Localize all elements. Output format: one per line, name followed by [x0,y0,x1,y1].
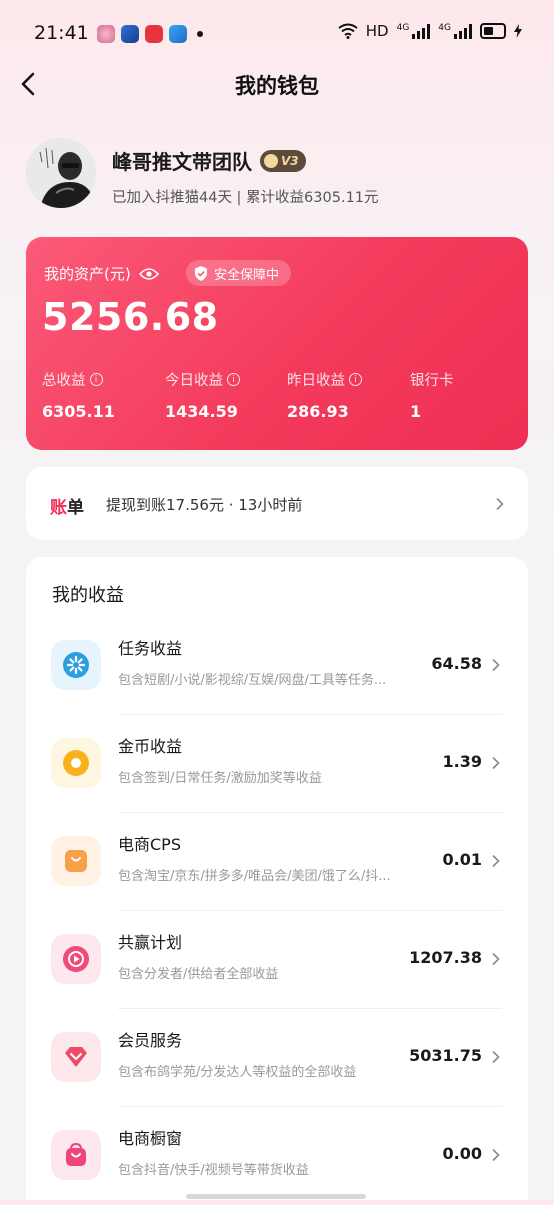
info-icon[interactable]: i [349,373,362,386]
row-value: 1.39 [442,752,482,771]
wifi-icon [338,23,358,39]
row-title: 任务收益 [118,639,183,658]
store-bag-icon [51,1130,101,1180]
play-icon [51,934,101,984]
stat-total-earnings[interactable]: 总收益 i 6305.11 [42,369,115,421]
nav-bar: 我的钱包 [0,60,554,108]
stat-value: 1434.59 [165,402,238,421]
chevron-right-icon [492,757,500,769]
crown-icon [264,153,278,168]
row-title: 电商橱窗 [118,1129,183,1148]
chevron-right-icon [492,659,500,671]
page-title: 我的钱包 [235,74,319,98]
chevron-right-icon [492,855,500,867]
status-indicators: HD 4G 4G [338,22,522,40]
chevron-right-icon [492,1051,500,1063]
asset-card: 我的资产(元) 安全保障中 5256.68 总收益 i 6305.11 今日收益 i… [26,237,528,450]
shield-icon [195,265,207,281]
row-value: 5031.75 [409,1046,482,1065]
row-value: 0.01 [442,850,482,869]
stat-value: 6305.11 [42,402,115,421]
more-notifications-dot [197,31,203,37]
security-text: 安全保障中 [214,267,280,283]
coin-icon [51,738,101,788]
row-desc: 包含签到/日常任务/激励加奖等收益 [118,771,322,786]
security-badge[interactable]: 安全保障中 [186,260,292,286]
vip-badge[interactable]: V3 [260,149,306,172]
row-desc: 包含短剧/小说/影视综/互娱/网盘/工具等任务... [118,673,387,688]
home-indicator[interactable] [186,1194,366,1199]
hd-label: HD [365,22,389,40]
chevron-right-icon [496,498,504,510]
vip-level: V3 [281,153,299,168]
row-title: 共赢计划 [118,933,183,952]
stat-today-earnings[interactable]: 今日收益 i 1434.59 [165,369,240,421]
stat-yesterday-earnings[interactable]: 昨日收益 i 286.93 [287,369,362,421]
profile-name: 峰哥推文带团队 V3 [112,146,306,175]
chevron-right-icon [492,1149,500,1161]
bill-logo-icon: 账单 [50,498,84,518]
row-title: 金币收益 [118,737,183,756]
stat-value: 1 [410,402,422,421]
status-bar: 21:41 HD 4G 4G [0,0,554,66]
earnings-title: 我的收益 [52,585,124,606]
profile-header: 峰哥推文带团队 V3 已加入抖推猫44天 | 累计收益6305.11元 [26,138,526,218]
app-notification-icon [121,25,139,43]
row-desc: 包含抖音/快手/视频号等带货收益 [118,1163,309,1178]
profile-subtitle: 已加入抖推猫44天 | 累计收益6305.11元 [112,190,379,206]
signal-icon: 4G [438,23,472,39]
status-time: 21:41 [34,22,89,44]
row-desc: 包含淘宝/京东/拼多多/唯品会/美团/饿了么/抖... [118,869,391,884]
user-name: 峰哥推文带团队 [112,150,252,174]
chevron-right-icon [492,953,500,965]
bill-card[interactable]: 账单 提现到账17.56元 · 13小时前 [26,467,528,540]
row-title: 电商CPS [118,835,181,854]
stat-bank-card[interactable]: 银行卡 1 [410,369,454,421]
earning-row-win-win[interactable]: 共赢计划 包含分发者/供给者全部收益 1207.38 [26,911,528,1009]
info-icon[interactable]: i [89,373,103,386]
asset-label-text: 我的资产(元) [44,265,131,283]
row-desc: 包含布鸽学苑/分发达人等权益的全部收益 [118,1065,357,1080]
info-icon[interactable]: i [227,373,240,386]
app-notification-icon [145,25,163,43]
charging-icon [514,24,522,38]
notification-icons [97,25,203,43]
earning-row-membership[interactable]: 会员服务 包含布鸽学苑/分发达人等权益的全部收益 5031.75 [26,1009,528,1107]
app-notification-icon [97,25,115,43]
asset-label: 我的资产(元) [44,263,159,284]
earning-row-task[interactable]: 任务收益 包含短剧/小说/影视综/互娱/网盘/工具等任务... 64.58 [26,617,528,715]
earning-row-cps[interactable]: 电商CPS 包含淘宝/京东/拼多多/唯品会/美团/饿了么/抖... 0.01 [26,813,528,911]
asset-amount: 5256.68 [42,295,219,339]
row-value: 1207.38 [409,948,482,967]
signal-icon: 4G [397,23,431,39]
earning-row-showcase[interactable]: 电商橱窗 包含抖音/快手/视频号等带货收益 0.00 [26,1107,528,1205]
task-icon [51,640,101,690]
battery-icon [480,23,506,39]
diamond-icon [51,1032,101,1082]
stat-value: 286.93 [287,402,349,421]
row-title: 会员服务 [118,1031,183,1050]
row-value: 0.00 [442,1144,482,1163]
row-value: 64.58 [431,654,482,673]
bill-text: 提现到账17.56元 · 13小时前 [106,496,303,514]
app-notification-icon [169,25,187,43]
shopping-bag-icon [51,836,101,886]
row-desc: 包含分发者/供给者全部收益 [118,967,279,982]
earning-row-coin[interactable]: 金币收益 包含签到/日常任务/激励加奖等收益 1.39 [26,715,528,813]
avatar[interactable] [26,138,96,208]
eye-icon[interactable] [138,267,159,281]
earnings-card: 我的收益 任务收益 包含短剧/小说/影视综/互娱/网盘/工具等任务... 64.… [26,557,528,1200]
